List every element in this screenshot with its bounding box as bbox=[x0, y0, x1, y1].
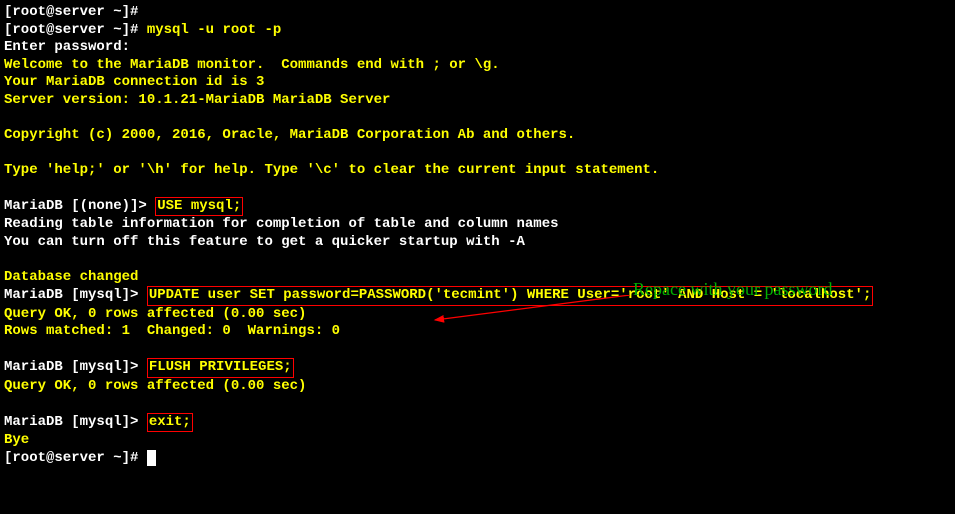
use-mysql-line: MariaDB [(none)]> USE mysql; bbox=[4, 197, 951, 217]
flush-query-ok: Query OK, 0 rows affected (0.00 sec) bbox=[4, 378, 951, 396]
mariadb-mysql-prompt-3: MariaDB [mysql]> bbox=[4, 414, 147, 430]
reading-line-1: Reading table information for completion… bbox=[4, 216, 951, 234]
blank-3 bbox=[4, 179, 951, 197]
flush-line: MariaDB [mysql]> FLUSH PRIVILEGES; bbox=[4, 358, 951, 378]
prompt-mysql-cmd: [root@server ~]# mysql -u root -p bbox=[4, 22, 951, 40]
help-line: Type 'help;' or '\h' for help. Type '\c'… bbox=[4, 162, 951, 180]
bye-line: Bye bbox=[4, 432, 951, 450]
update-query-ok: Query OK, 0 rows affected (0.00 sec) bbox=[4, 306, 951, 324]
prompt-empty: [root@server ~]# bbox=[4, 4, 951, 22]
mysql-command: mysql -u root -p bbox=[147, 22, 281, 38]
final-shell-prompt: [root@server ~]# bbox=[4, 450, 147, 466]
shell-prompt: [root@server ~]# bbox=[4, 22, 147, 38]
exit-line: MariaDB [mysql]> exit; bbox=[4, 413, 951, 433]
use-mysql-cmd: USE mysql; bbox=[155, 197, 243, 217]
welcome-line-2: Your MariaDB connection id is 3 bbox=[4, 74, 951, 92]
terminal-cursor[interactable] bbox=[147, 450, 156, 466]
blank-5 bbox=[4, 341, 951, 359]
blank-1 bbox=[4, 109, 951, 127]
welcome-line-1: Welcome to the MariaDB monitor. Commands… bbox=[4, 57, 951, 75]
mariadb-mysql-prompt-2: MariaDB [mysql]> bbox=[4, 359, 147, 375]
exit-cmd: exit; bbox=[147, 413, 193, 433]
mariadb-none-prompt: MariaDB [(none)]> bbox=[4, 198, 155, 214]
blank-2 bbox=[4, 144, 951, 162]
password-annotation: Repace with your password bbox=[633, 278, 832, 301]
blank-4 bbox=[4, 251, 951, 269]
enter-password: Enter password: bbox=[4, 39, 951, 57]
mariadb-mysql-prompt-1: MariaDB [mysql]> bbox=[4, 287, 147, 303]
reading-line-2: You can turn off this feature to get a q… bbox=[4, 234, 951, 252]
flush-privileges-cmd: FLUSH PRIVILEGES; bbox=[147, 358, 294, 378]
final-prompt-line: [root@server ~]# bbox=[4, 450, 951, 468]
copyright-line: Copyright (c) 2000, 2016, Oracle, MariaD… bbox=[4, 127, 951, 145]
blank-6 bbox=[4, 395, 951, 413]
rows-matched: Rows matched: 1 Changed: 0 Warnings: 0 bbox=[4, 323, 951, 341]
welcome-line-3: Server version: 10.1.21-MariaDB MariaDB … bbox=[4, 92, 951, 110]
